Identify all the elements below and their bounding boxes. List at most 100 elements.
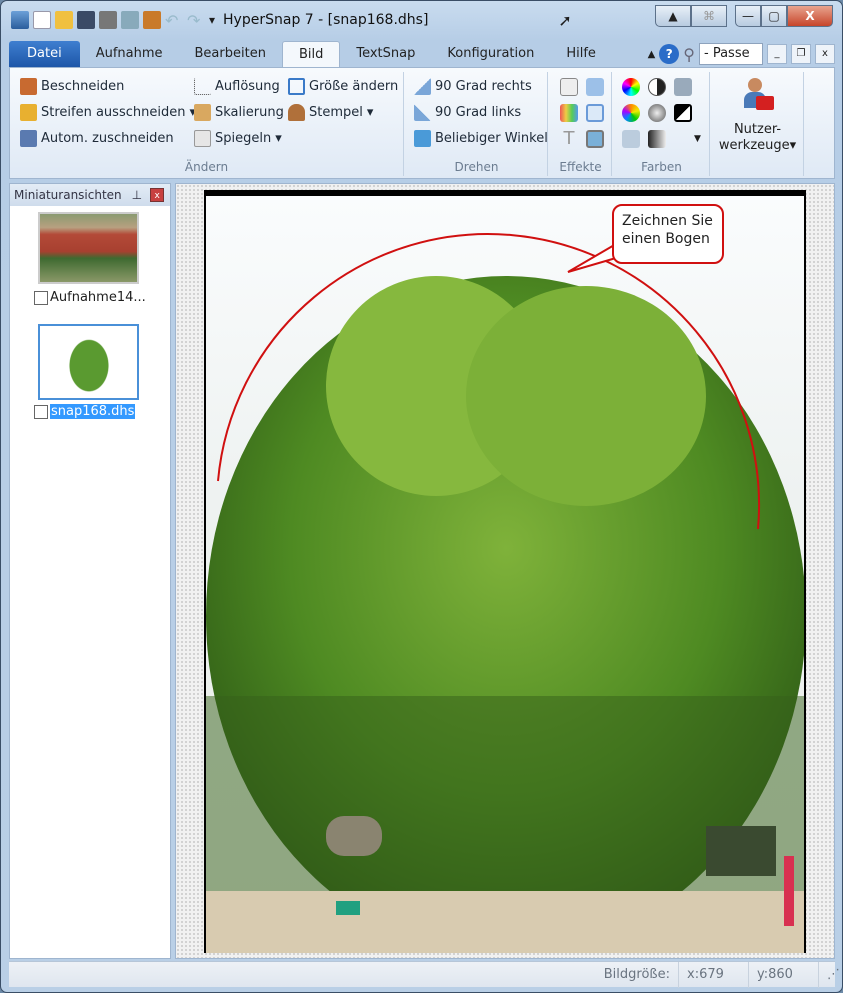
image-height-value: y:860 bbox=[748, 961, 818, 988]
tab-aufnahme[interactable]: Aufnahme bbox=[80, 41, 179, 67]
ribbon-tabs: Datei Aufnahme Bearbeiten Bild TextSnap … bbox=[9, 39, 835, 81]
maximize-button[interactable]: ▢ bbox=[761, 5, 787, 27]
free-rotate-icon bbox=[414, 130, 431, 147]
pin-icon[interactable]: ⊥ bbox=[132, 188, 142, 202]
strip-cut-button[interactable]: Streifen ausschneiden ▾ bbox=[20, 104, 196, 121]
callout-bubble[interactable]: Zeichnen Sie einen Bogen bbox=[612, 204, 724, 264]
thumbnail-snap168[interactable] bbox=[38, 324, 139, 400]
free-rotate-button[interactable]: Beliebiger Winkel bbox=[414, 130, 548, 147]
contrast-icon[interactable] bbox=[648, 78, 666, 96]
effect-text-icon[interactable]: T bbox=[560, 130, 578, 148]
image-width-value: x:679 bbox=[678, 961, 748, 988]
group-nutzer[interactable]: Nutzer-werkzeuge▾ bbox=[712, 72, 804, 176]
undo-icon[interactable]: ↶ bbox=[165, 11, 183, 30]
image-canvas[interactable]: Zeichnen Sie einen Bogen bbox=[175, 183, 835, 959]
doc-restore-button[interactable]: ❐ bbox=[791, 44, 811, 64]
group-label-farben: Farben bbox=[641, 160, 682, 174]
rotate-right-icon bbox=[414, 78, 431, 95]
window-title: HyperSnap 7 - [snap168.dhs] bbox=[223, 12, 429, 28]
invert-icon[interactable] bbox=[674, 104, 692, 122]
doc-minimize-button[interactable]: _ bbox=[767, 44, 787, 64]
panel-title: Miniaturansichten bbox=[14, 188, 122, 202]
resize-grip-icon[interactable]: ⋰ bbox=[818, 961, 840, 988]
doc-close-button[interactable]: x bbox=[815, 44, 835, 64]
knife-icon bbox=[20, 104, 37, 121]
tab-textsnap[interactable]: TextSnap bbox=[340, 41, 431, 67]
tree-photo-graphic bbox=[206, 232, 804, 953]
search-icon[interactable]: ⚲ bbox=[683, 45, 695, 64]
customize-dropdown-icon[interactable]: ▾ bbox=[209, 13, 215, 27]
resolution-icon bbox=[194, 78, 211, 95]
user-tools-label: Nutzer-werkzeuge▾ bbox=[718, 122, 797, 153]
close-button[interactable]: X bbox=[787, 5, 833, 27]
stamp-icon bbox=[288, 104, 305, 121]
auto-crop-button[interactable]: Autom. zuschneiden bbox=[20, 130, 174, 147]
group-label-effekte: Effekte bbox=[559, 160, 602, 174]
minimize-ribbon-icon[interactable]: ▲ bbox=[648, 49, 656, 60]
pin-button[interactable]: ⌘ bbox=[691, 5, 727, 27]
thumb-label-row: snap168.dhs bbox=[34, 404, 136, 419]
thumb-checkbox[interactable] bbox=[34, 404, 48, 419]
effect-picture-icon[interactable] bbox=[586, 130, 604, 148]
paste-icon[interactable] bbox=[143, 11, 161, 29]
user-tools-icon bbox=[742, 78, 774, 112]
redo-icon[interactable]: ↷ bbox=[187, 11, 205, 30]
group-aendern: Beschneiden Streifen ausschneiden ▾ Auto… bbox=[10, 72, 404, 176]
group-label-aendern: Ändern bbox=[184, 160, 229, 174]
new-icon[interactable] bbox=[33, 11, 51, 29]
status-bar: Bildgröße: x:679 y:860 ⋰ bbox=[9, 961, 840, 988]
tab-bild[interactable]: Bild bbox=[281, 41, 341, 67]
group-farben: ▼ Farben bbox=[614, 72, 710, 176]
rotate-right-button[interactable]: 90 Grad rechts bbox=[414, 78, 532, 95]
tab-bearbeiten[interactable]: Bearbeiten bbox=[179, 41, 282, 67]
tab-hilfe[interactable]: Hilfe bbox=[550, 41, 612, 67]
tab-datei[interactable]: Datei bbox=[9, 41, 80, 67]
image-tree-photo[interactable]: Zeichnen Sie einen Bogen bbox=[204, 190, 806, 953]
scale-button[interactable]: Skalierung bbox=[194, 104, 284, 121]
resize-button[interactable]: Größe ändern bbox=[288, 78, 398, 95]
color-picker-icon[interactable] bbox=[674, 78, 692, 96]
copy-icon[interactable] bbox=[121, 11, 139, 29]
thumbnail-panel: Miniaturansichten ⊥ x Aufnahme14... snap… bbox=[9, 183, 171, 959]
help-icon[interactable]: ? bbox=[659, 44, 680, 64]
save-icon[interactable] bbox=[77, 11, 95, 29]
print-icon[interactable] bbox=[99, 11, 117, 29]
thumbnail-aufnahme[interactable] bbox=[38, 212, 139, 284]
quick-access-toolbar: ↶ ↷ ▾ bbox=[11, 11, 215, 30]
thumb-label-row: Aufnahme14... bbox=[34, 290, 146, 305]
image-size-label: Bildgröße: bbox=[603, 966, 670, 982]
rotate-left-icon bbox=[414, 104, 431, 121]
farben-more-icon[interactable]: ▼ bbox=[694, 134, 701, 144]
panel-header: Miniaturansichten ⊥ x bbox=[10, 184, 170, 206]
mirror-icon bbox=[194, 130, 211, 147]
grayscale-icon[interactable] bbox=[648, 130, 666, 148]
brightness-icon[interactable] bbox=[648, 104, 666, 122]
panel-close-icon[interactable]: x bbox=[150, 188, 165, 202]
effect-bevel-icon[interactable] bbox=[560, 78, 578, 96]
resolution-button[interactable]: Auflösung bbox=[194, 78, 280, 95]
tab-konfiguration[interactable]: Konfiguration bbox=[431, 41, 550, 67]
effect-page-icon[interactable] bbox=[586, 78, 604, 96]
thumbnail-image bbox=[40, 214, 137, 282]
auto-crop-icon bbox=[20, 130, 37, 147]
replace-color-icon[interactable] bbox=[622, 130, 640, 148]
scale-icon bbox=[194, 104, 211, 121]
group-label-drehen: Drehen bbox=[454, 160, 499, 174]
effect-frame-icon[interactable] bbox=[586, 104, 604, 122]
minimize-button[interactable]: — bbox=[735, 5, 761, 27]
window-controls: ▲ ⌘ — ▢ X bbox=[655, 5, 833, 27]
effect-mosaic-icon[interactable] bbox=[560, 104, 578, 122]
rotate-left-button[interactable]: 90 Grad links bbox=[414, 104, 521, 121]
zoom-combo[interactable]: - Passe ▾ bbox=[699, 43, 763, 81]
crop-icon bbox=[20, 78, 37, 95]
thumb-checkbox[interactable] bbox=[34, 290, 48, 305]
color-adjust-icon[interactable] bbox=[622, 104, 640, 122]
thumbnail-image bbox=[58, 326, 119, 398]
collapse-ribbon-button[interactable]: ▲ bbox=[655, 5, 691, 27]
mirror-button[interactable]: Spiegeln ▾ bbox=[194, 130, 282, 147]
color-wheel-icon[interactable] bbox=[622, 78, 640, 96]
crop-button[interactable]: Beschneiden bbox=[20, 78, 124, 95]
stamp-button[interactable]: Stempel ▾ bbox=[288, 104, 373, 121]
open-folder-icon[interactable] bbox=[55, 11, 73, 29]
app-icon bbox=[11, 11, 29, 29]
